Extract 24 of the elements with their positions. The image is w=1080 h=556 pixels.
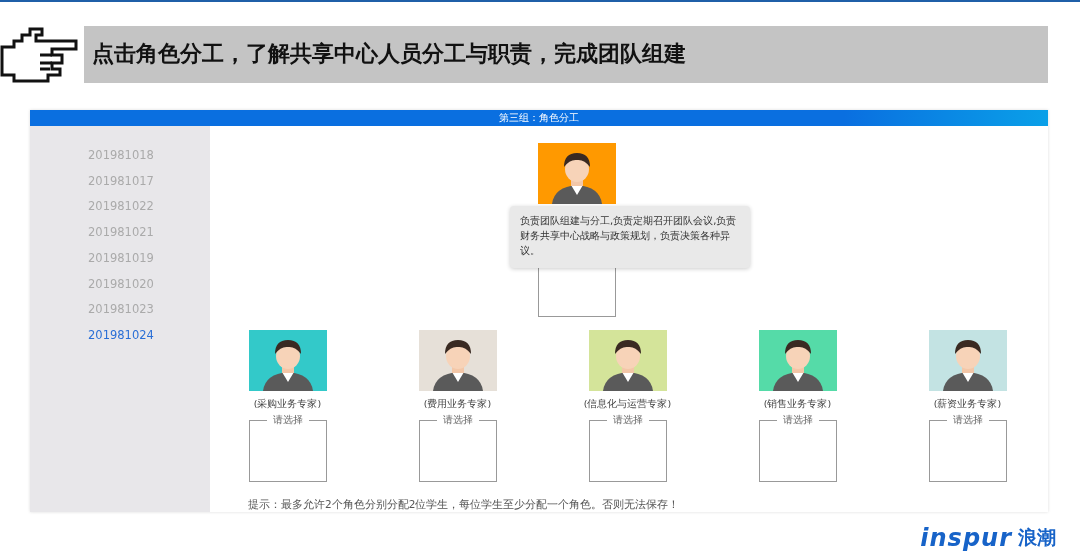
role-label: (销售业务专家) bbox=[763, 398, 832, 411]
role-label: (薪资业务专家) bbox=[933, 398, 1002, 411]
logo-name: 浪潮 bbox=[1018, 525, 1056, 550]
student-item[interactable]: 201981019 bbox=[88, 249, 154, 267]
hint-text: 提示：最多允许2个角色分别分配2位学生，每位学生至少分配一个角色。否则无法保存！ bbox=[248, 498, 681, 512]
student-item[interactable]: 201981023 bbox=[88, 301, 154, 318]
role-label: (信息化与运营专家) bbox=[583, 398, 672, 411]
student-item[interactable]: 201981018 bbox=[88, 147, 154, 164]
choice-box[interactable]: 请选择 bbox=[588, 415, 667, 482]
choice-box[interactable]: 请选择 bbox=[758, 415, 837, 482]
student-item[interactable]: 201981017 bbox=[88, 172, 154, 190]
student-item[interactable]: 201981024 bbox=[88, 326, 154, 344]
role-label: (采购业务专家) bbox=[253, 398, 322, 411]
logo-wordmark: inspur bbox=[920, 524, 1012, 552]
tooltip: 负责团队组建与分工,负责定期召开团队会议,负责财务共享中心战略与政策规划，负责决策各种异议。 bbox=[510, 206, 750, 268]
choice-box[interactable]: 请选择 bbox=[418, 415, 497, 482]
student-item[interactable]: 201981021 bbox=[88, 224, 154, 241]
banner-title: 点击角色分工，了解共享中心人员分工与职责，完成团队组建 bbox=[92, 40, 686, 68]
student-item[interactable]: 201981022 bbox=[88, 198, 154, 216]
header-title: 第三组：角色分工 bbox=[499, 111, 579, 125]
choice-box[interactable]: 请选择 bbox=[928, 415, 1007, 482]
role-label: (费用业务专家) bbox=[423, 398, 492, 411]
choice-box[interactable]: 请选择 bbox=[248, 415, 327, 482]
student-item[interactable]: 201981020 bbox=[88, 275, 154, 293]
